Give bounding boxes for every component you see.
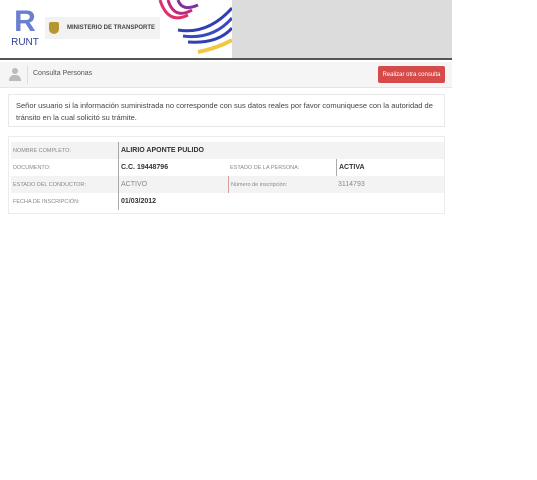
info-alert: Señor usuario si la información suminist… [8, 94, 445, 127]
ribbon-graphic [158, 0, 232, 54]
inscripcion-label: Número de inscripción: [228, 176, 336, 193]
estado-conductor-value: ACTIVO [118, 176, 228, 193]
crest-icon [49, 22, 59, 34]
fecha-label: FECHA DE INSCRIPCIÓN: [13, 198, 80, 205]
ministry-logo: MINISTERIO DE TRANSPORTE [45, 17, 160, 39]
estado-persona-value: ACTIVA [336, 159, 444, 176]
inscripcion-value: 3114793 [338, 181, 365, 188]
row-nombre: NOMBRE COMPLETO: ALIRIO APONTE PULIDO [11, 142, 444, 159]
ministry-name: MINISTERIO DE TRANSPORTE [67, 25, 156, 31]
row-conductor: ESTADO DEL CONDUCTOR: ACTIVO Número de i… [11, 176, 444, 193]
user-icon [9, 68, 21, 81]
documento-label: DOCUMENTO: [13, 164, 51, 171]
nombre-label: NOMBRE COMPLETO: [13, 147, 71, 154]
row-fecha: FECHA DE INSCRIPCIÓN: 01/03/2012 [11, 193, 444, 210]
runt-r-icon: R [14, 5, 36, 38]
header: R RUNT MINISTERIO DE TRANSPORTE [0, 0, 452, 60]
estado-conductor-label: ESTADO DEL CONDUCTOR: [13, 181, 86, 188]
logo-area: R RUNT MINISTERIO DE TRANSPORTE [0, 0, 232, 58]
row-documento: DOCUMENTO: C.C. 19448796 ESTADO DE LA PE… [11, 159, 444, 176]
person-details: NOMBRE COMPLETO: ALIRIO APONTE PULIDO DO… [8, 136, 445, 214]
divider [27, 66, 28, 84]
new-query-button[interactable]: Realizar otra consulta [378, 66, 445, 83]
toolbar: Consulta Personas Realizar otra consulta [0, 62, 452, 88]
estado-persona-label: ESTADO DE LA PERSONA: [230, 164, 300, 171]
page: R RUNT MINISTERIO DE TRANSPORTE Consulta… [0, 0, 452, 228]
fecha-value: 01/03/2012 [118, 193, 228, 210]
documento-value: C.C. 19448796 [118, 159, 228, 176]
runt-logo-text: RUNT [11, 37, 39, 48]
section-title: Consulta Personas [33, 70, 93, 77]
nombre-value: ALIRIO APONTE PULIDO [118, 142, 444, 159]
runt-logo: R RUNT [10, 7, 40, 49]
